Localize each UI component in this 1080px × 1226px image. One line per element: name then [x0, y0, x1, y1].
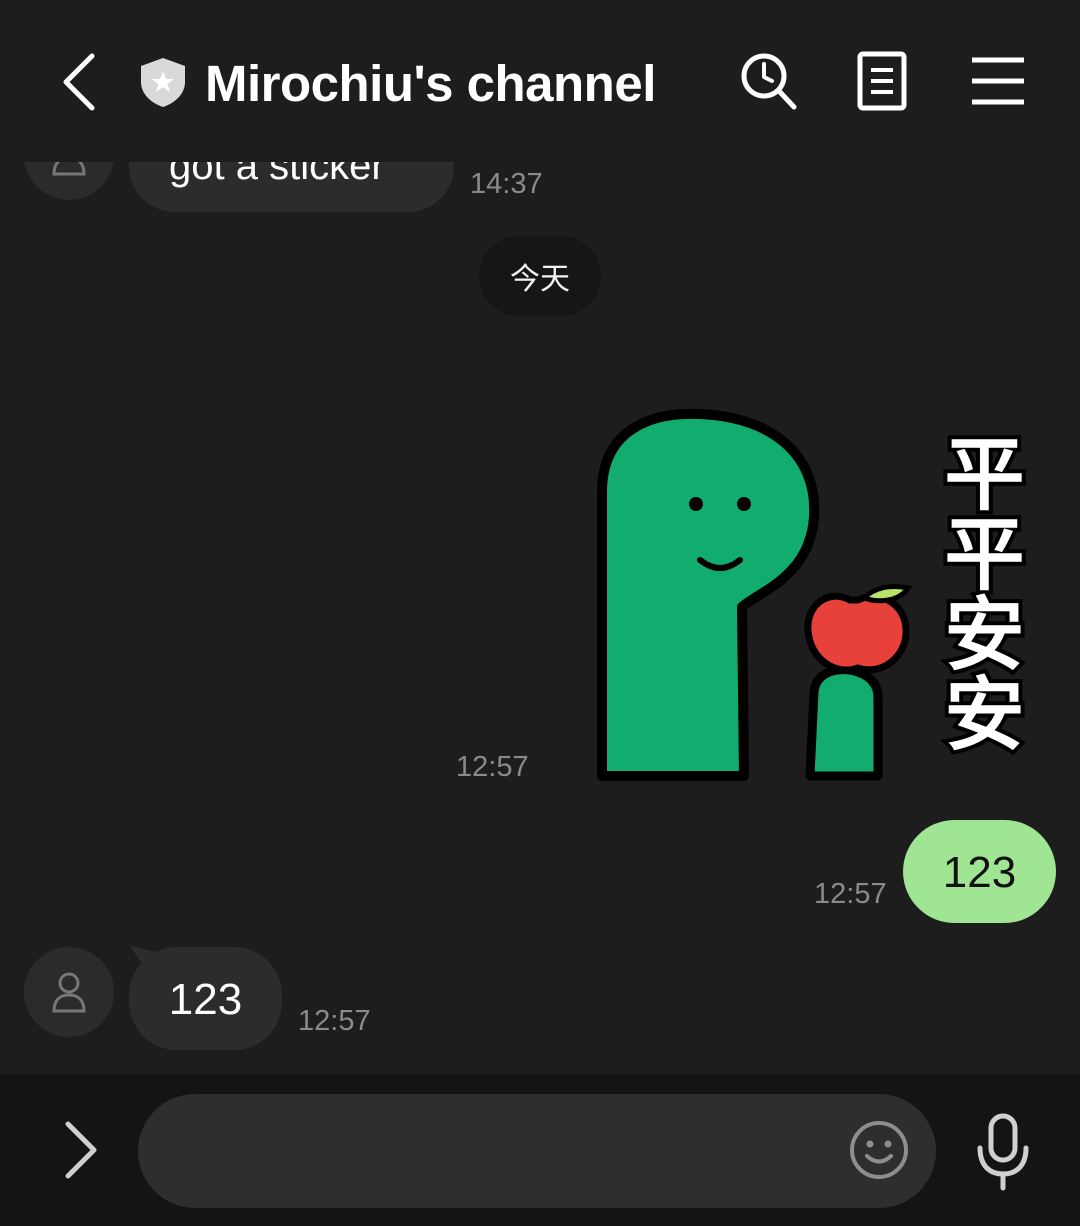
search-icon[interactable]: [738, 50, 798, 112]
message-time: 12:57: [298, 1005, 371, 1037]
emoji-icon[interactable]: [848, 1119, 910, 1181]
message-bubble[interactable]: 123: [129, 947, 282, 1050]
shield-icon: [141, 58, 185, 107]
sticker-image[interactable]: 平平安安: [578, 392, 1038, 782]
message-bubble[interactable]: got a sticker: [129, 162, 454, 212]
message-text: 123: [942, 848, 1017, 897]
message-text: got a sticker: [169, 162, 385, 188]
notes-icon[interactable]: [852, 50, 912, 112]
message-time: 14:37: [470, 168, 543, 200]
chat-header: Mirochiu's channel: [0, 0, 1080, 162]
message-text: 123: [168, 975, 243, 1024]
menu-icon[interactable]: [968, 50, 1028, 112]
expand-icon[interactable]: [62, 1120, 102, 1180]
message-composer: [0, 1074, 1080, 1226]
user-icon: [52, 972, 86, 1013]
avatar[interactable]: [24, 162, 114, 200]
microphone-icon[interactable]: [972, 1112, 1034, 1192]
channel-title: Mirochiu's channel: [205, 55, 656, 112]
back-icon[interactable]: [58, 52, 98, 112]
message-time: 12:57: [814, 878, 887, 910]
sticker-caption: 平平安安: [932, 432, 1025, 752]
message-input[interactable]: [138, 1094, 936, 1208]
message-time: 12:57: [456, 751, 529, 783]
message-bubble-outgoing[interactable]: 123: [903, 820, 1056, 923]
user-icon: [52, 162, 86, 176]
avatar[interactable]: [24, 947, 114, 1037]
message-list[interactable]: got a sticker 14:37 今天 12:57 平平安安 12:57 …: [0, 162, 1080, 1074]
date-divider: 今天: [479, 236, 601, 316]
